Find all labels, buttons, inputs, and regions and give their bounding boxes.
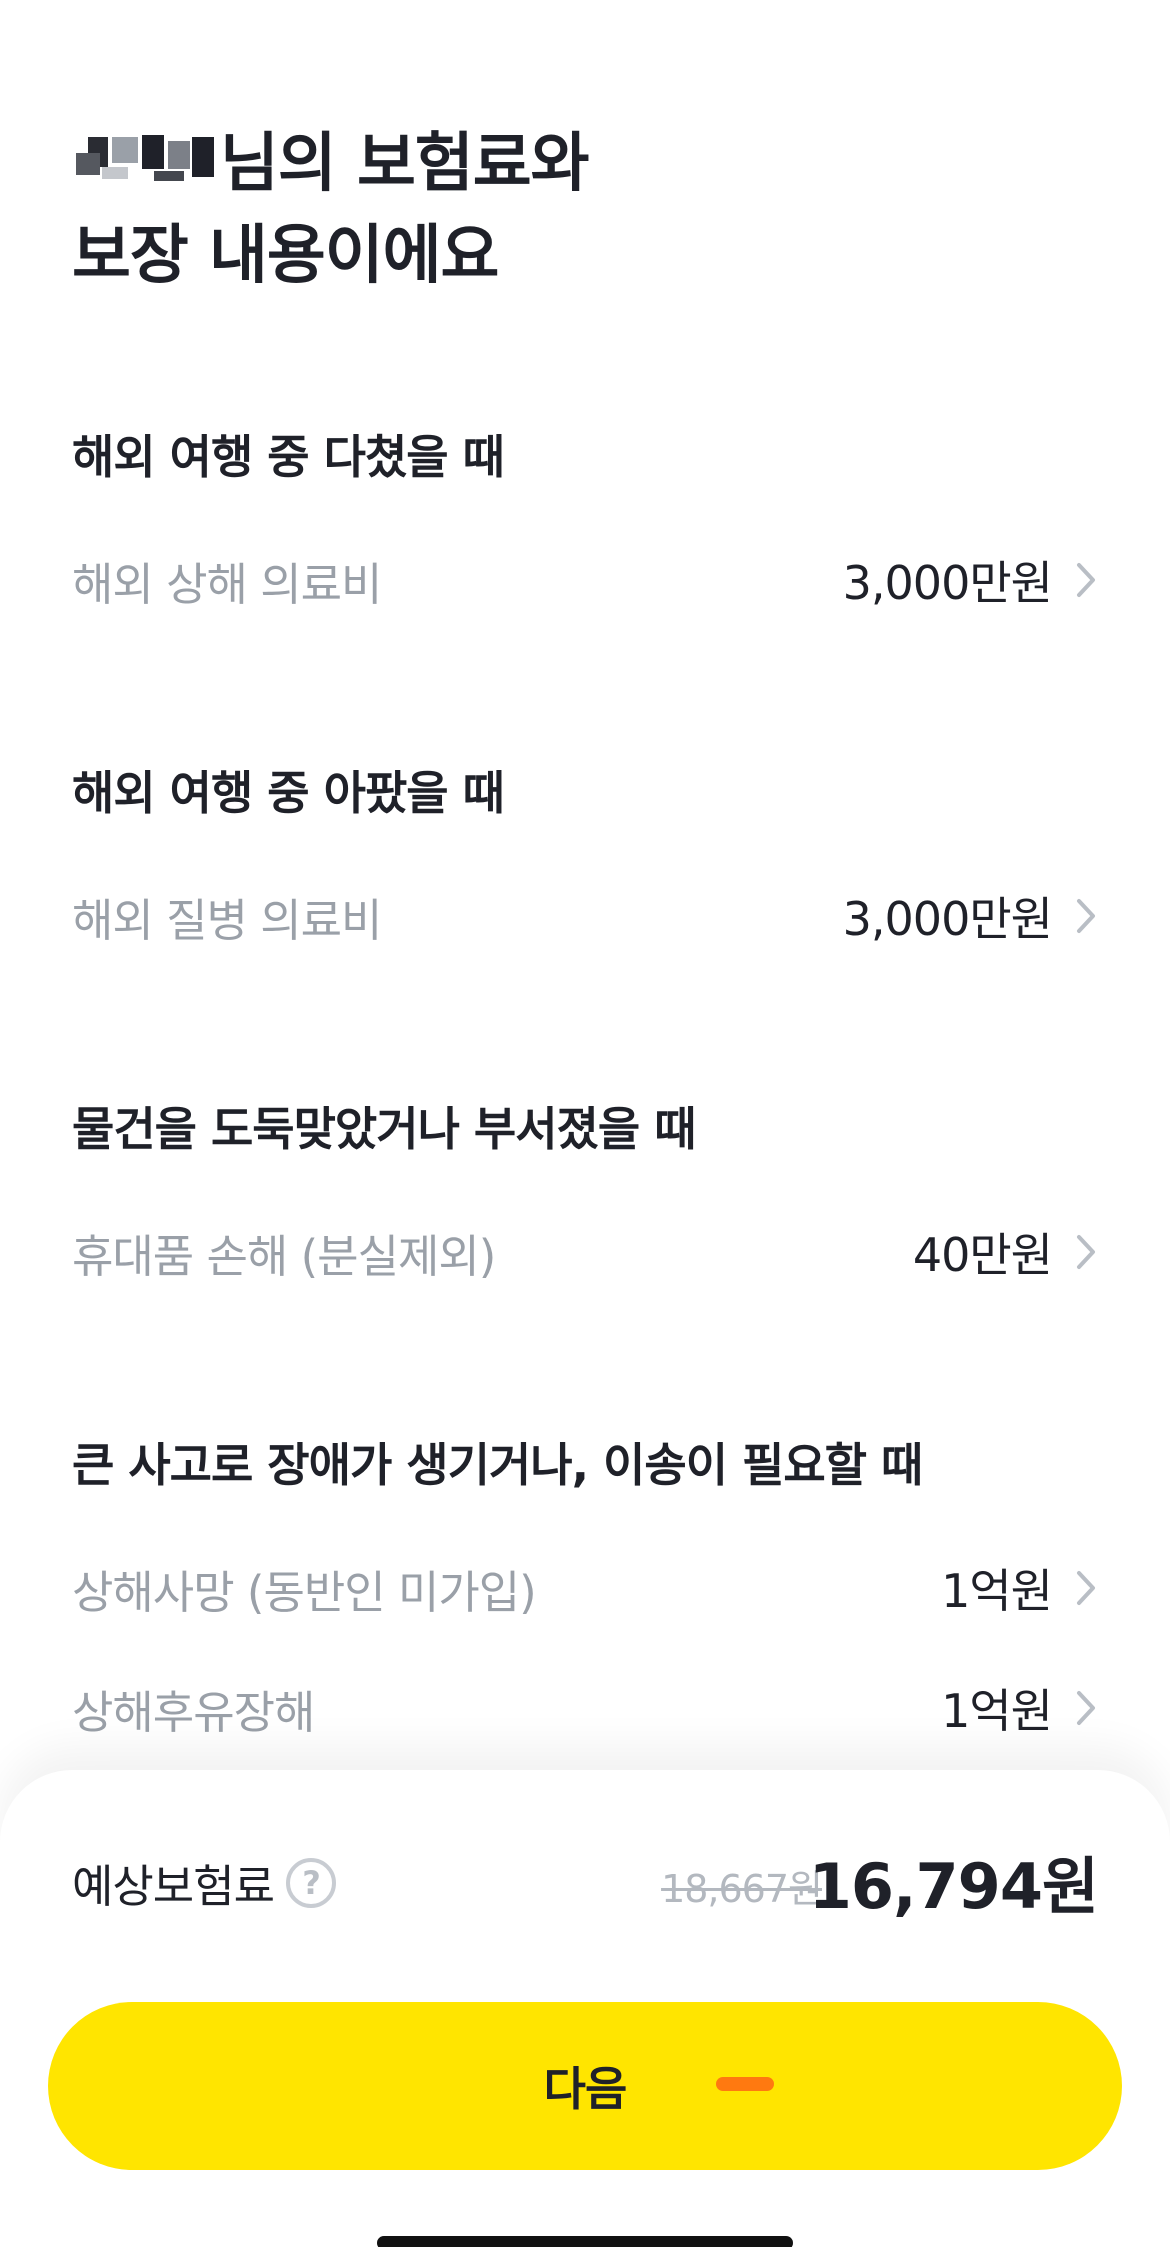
chevron-right-icon [1077,1235,1095,1269]
page-title-line1: 님의 보험료와 [72,118,1072,210]
section-heading: 해외 여행 중 다쳤을 때 [72,430,505,484]
coverage-row[interactable]: 상해사망 (동반인 미가입) 1억원 [72,1528,1098,1648]
coverage-row[interactable]: 상해후유장해 1억원 [72,1648,1098,1768]
coverage-row[interactable]: 휴대품 손해 (분실제외) 40만원 [72,1192,1098,1312]
coverage-detail-link[interactable]: 1억원 [941,1528,1098,1648]
coverage-amount: 1억원 [941,1684,1053,1738]
page-title: 님의 보험료와 보장 내용이에요 [72,118,1072,302]
chevron-right-icon [1077,1691,1095,1725]
coverage-label: 해외 상해 의료비 [72,557,382,611]
page-title-line2: 보장 내용이에요 [72,219,499,293]
section-heading: 큰 사고로 장애가 생기거나, 이송이 필요할 때 [72,1438,923,1492]
coverage-section-belongings: 물건을 도둑맞았거나 부서졌을 때 휴대품 손해 (분실제외) 40만원 [72,1096,1098,1312]
final-price: 16,794원 [808,1850,1099,1923]
coverage-amount: 3,000만원 [842,556,1053,610]
coverage-section-illness: 해외 여행 중 아팠을 때 해외 질병 의료비 3,000만원 [72,760,1098,976]
chevron-right-icon [1077,563,1095,597]
coverage-amount: 3,000만원 [842,892,1053,946]
coverage-detail-link[interactable]: 1억원 [941,1648,1098,1768]
coverage-label: 해외 질병 의료비 [72,893,382,947]
coverage-row[interactable]: 해외 질병 의료비 3,000만원 [72,856,1098,976]
orange-annotation-mark [716,2077,774,2091]
premium-bottom-sheet: 예상보험료 ? 18,667원 16,794원 다음 [0,1770,1170,2247]
coverage-detail-link[interactable]: 3,000만원 [843,520,1098,640]
next-button[interactable]: 다음 [48,2002,1122,2170]
coverage-detail-link[interactable]: 3,000만원 [843,856,1098,976]
coverage-detail-link[interactable]: 40만원 [913,1192,1098,1312]
chevron-right-icon [1077,899,1095,933]
coverage-amount: 40만원 [912,1228,1053,1282]
coverage-row[interactable]: 해외 상해 의료비 3,000만원 [72,520,1098,640]
section-heading: 물건을 도둑맞았거나 부서졌을 때 [72,1102,697,1156]
original-price: 18,667원 [661,1867,823,1911]
coverage-amount: 1억원 [941,1564,1053,1618]
section-heading: 해외 여행 중 아팠을 때 [72,766,505,820]
premium-label: 예상보험료 [72,1860,275,1913]
coverage-section-disability: 큰 사고로 장애가 생기거나, 이송이 필요할 때 상해사망 (동반인 미가입)… [72,1432,1098,1768]
coverage-section-injury: 해외 여행 중 다쳤을 때 해외 상해 의료비 3,000만원 [72,424,1098,640]
chevron-right-icon [1077,1571,1095,1605]
coverage-label: 상해사망 (동반인 미가입) [72,1565,537,1619]
coverage-label: 휴대품 손해 (분실제외) [72,1229,496,1283]
premium-label-group: 예상보험료 ? [72,1850,337,1915]
title-suffix: 님의 보험료와 [220,127,590,201]
home-indicator [377,2236,793,2247]
redacted-name [72,131,220,191]
next-button-label: 다음 [543,2062,628,2116]
question-circle-icon[interactable]: ? [286,1857,337,1908]
coverage-label: 상해후유장해 [72,1685,315,1739]
